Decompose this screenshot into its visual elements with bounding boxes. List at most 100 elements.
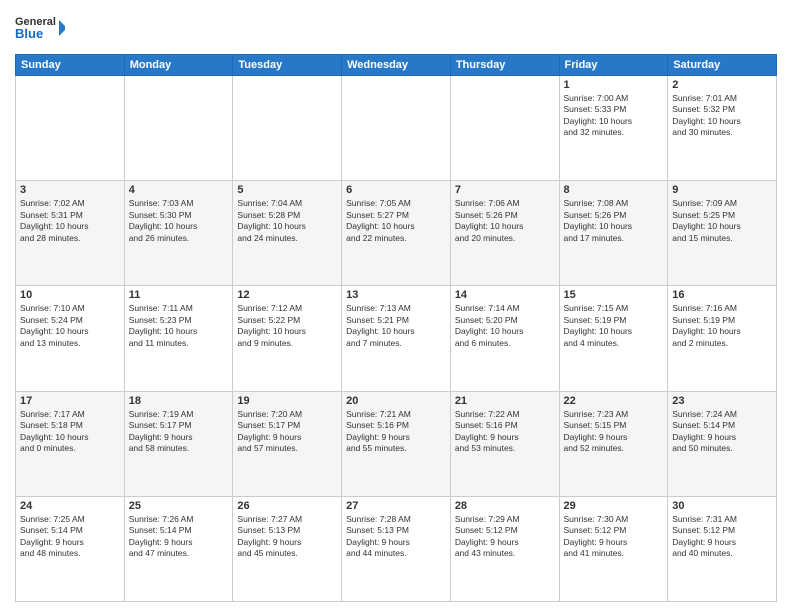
calendar-table: SundayMondayTuesdayWednesdayThursdayFrid… [15, 54, 777, 602]
day-cell-16: 16 Sunrise: 7:16 AMSunset: 5:19 PMDayligh… [668, 286, 777, 391]
day-number: 27 [346, 500, 446, 512]
day-info: Sunrise: 7:27 AMSunset: 5:13 PMDaylight:… [237, 514, 337, 560]
empty-cell [342, 76, 451, 181]
day-number: 2 [672, 79, 772, 91]
day-cell-7: 7 Sunrise: 7:06 AMSunset: 5:26 PMDaylight… [450, 181, 559, 286]
weekday-header-thursday: Thursday [450, 55, 559, 76]
day-info: Sunrise: 7:19 AMSunset: 5:17 PMDaylight:… [129, 409, 229, 455]
day-number: 5 [237, 184, 337, 196]
day-number: 8 [564, 184, 664, 196]
day-cell-12: 12Sunrise: 7:12 AMSunset: 5:22 PMDayligh… [233, 286, 342, 391]
day-info: Sunrise: 7:16 AMSunset: 5:19 PMDaylight:… [672, 303, 772, 349]
page: General Blue SundayMondayTuesdayWednesda… [0, 0, 792, 612]
day-info: Sunrise: 7:11 AMSunset: 5:23 PMDaylight:… [129, 303, 229, 349]
day-cell-10: 10 Sunrise: 7:10 AMSunset: 5:24 PMDayligh… [16, 286, 125, 391]
header: General Blue [15, 10, 777, 46]
day-number: 7 [455, 184, 555, 196]
day-info: Sunrise: 7:30 AMSunset: 5:12 PMDaylight:… [564, 514, 664, 560]
weekday-header-sunday: Sunday [16, 55, 125, 76]
day-cell-26: 26 Sunrise: 7:27 AMSunset: 5:13 PMDayligh… [233, 496, 342, 601]
day-number: 4 [129, 184, 229, 196]
day-cell-2: 2 Sunrise: 7:01 AMSunset: 5:32 PMDaylight… [668, 76, 777, 181]
day-number: 30 [672, 500, 772, 512]
day-cell-9: 9 Sunrise: 7:09 AMSunset: 5:25 PMDaylight… [668, 181, 777, 286]
day-cell-4: 4 Sunrise: 7:03 AMSunset: 5:30 PMDaylight… [124, 181, 233, 286]
day-cell-28: 28 Sunrise: 7:29 AMSunset: 5:12 PMDayligh… [450, 496, 559, 601]
day-info: Sunrise: 7:20 AMSunset: 5:17 PMDaylight:… [237, 409, 337, 455]
day-info: Sunrise: 7:26 AMSunset: 5:14 PMDaylight:… [129, 514, 229, 560]
day-number: 16 [672, 289, 772, 301]
day-cell-8: 8 Sunrise: 7:08 AMSunset: 5:26 PMDaylight… [559, 181, 668, 286]
day-cell-25: 25 Sunrise: 7:26 AMSunset: 5:14 PMDayligh… [124, 496, 233, 601]
empty-cell [233, 76, 342, 181]
day-number: 9 [672, 184, 772, 196]
day-number: 22 [564, 395, 664, 407]
day-info: Sunrise: 7:31 AMSunset: 5:12 PMDaylight:… [672, 514, 772, 560]
day-cell-27: 27 Sunrise: 7:28 AMSunset: 5:13 PMDayligh… [342, 496, 451, 601]
day-number: 21 [455, 395, 555, 407]
day-info: Sunrise: 7:17 AMSunset: 5:18 PMDaylight:… [20, 409, 120, 455]
day-number: 26 [237, 500, 337, 512]
day-info: Sunrise: 7:24 AMSunset: 5:14 PMDaylight:… [672, 409, 772, 455]
day-cell-21: 21Sunrise: 7:22 AMSunset: 5:16 PMDayligh… [450, 391, 559, 496]
empty-cell [16, 76, 125, 181]
logo-svg: General Blue [15, 10, 65, 46]
day-number: 18 [129, 395, 229, 407]
day-number: 20 [346, 395, 446, 407]
day-cell-13: 13 Sunrise: 7:13 AMSunset: 5:21 PMDayligh… [342, 286, 451, 391]
day-info: Sunrise: 7:08 AMSunset: 5:26 PMDaylight:… [564, 198, 664, 244]
day-number: 28 [455, 500, 555, 512]
day-number: 13 [346, 289, 446, 301]
day-number: 12 [237, 289, 337, 301]
day-info: Sunrise: 7:02 AMSunset: 5:31 PMDaylight:… [20, 198, 120, 244]
empty-cell [124, 76, 233, 181]
day-cell-22: 22 Sunrise: 7:23 AMSunset: 5:15 PMDayligh… [559, 391, 668, 496]
week-row-5: 24 Sunrise: 7:25 AMSunset: 5:14 PMDayligh… [16, 496, 777, 601]
day-info: Sunrise: 7:28 AMSunset: 5:13 PMDaylight:… [346, 514, 446, 560]
weekday-header-saturday: Saturday [668, 55, 777, 76]
day-cell-23: 23 Sunrise: 7:24 AMSunset: 5:14 PMDayligh… [668, 391, 777, 496]
day-info: Sunrise: 7:21 AMSunset: 5:16 PMDaylight:… [346, 409, 446, 455]
day-cell-17: 17 Sunrise: 7:17 AMSunset: 5:18 PMDayligh… [16, 391, 125, 496]
day-number: 10 [20, 289, 120, 301]
day-cell-6: 6 Sunrise: 7:05 AMSunset: 5:27 PMDaylight… [342, 181, 451, 286]
day-info: Sunrise: 7:06 AMSunset: 5:26 PMDaylight:… [455, 198, 555, 244]
day-number: 19 [237, 395, 337, 407]
day-info: Sunrise: 7:10 AMSunset: 5:24 PMDaylight:… [20, 303, 120, 349]
day-info: Sunrise: 7:05 AMSunset: 5:27 PMDaylight:… [346, 198, 446, 244]
weekday-header-row: SundayMondayTuesdayWednesdayThursdayFrid… [16, 55, 777, 76]
week-row-2: 3Sunrise: 7:02 AMSunset: 5:31 PMDaylight… [16, 181, 777, 286]
weekday-header-monday: Monday [124, 55, 233, 76]
day-cell-19: 19 Sunrise: 7:20 AMSunset: 5:17 PMDayligh… [233, 391, 342, 496]
day-cell-1: 1Sunrise: 7:00 AMSunset: 5:33 PMDaylight… [559, 76, 668, 181]
day-info: Sunrise: 7:04 AMSunset: 5:28 PMDaylight:… [237, 198, 337, 244]
day-info: Sunrise: 7:29 AMSunset: 5:12 PMDaylight:… [455, 514, 555, 560]
day-number: 15 [564, 289, 664, 301]
weekday-header-tuesday: Tuesday [233, 55, 342, 76]
day-number: 23 [672, 395, 772, 407]
day-info: Sunrise: 7:25 AMSunset: 5:14 PMDaylight:… [20, 514, 120, 560]
day-number: 25 [129, 500, 229, 512]
day-info: Sunrise: 7:03 AMSunset: 5:30 PMDaylight:… [129, 198, 229, 244]
day-info: Sunrise: 7:14 AMSunset: 5:20 PMDaylight:… [455, 303, 555, 349]
day-number: 11 [129, 289, 229, 301]
day-info: Sunrise: 7:23 AMSunset: 5:15 PMDaylight:… [564, 409, 664, 455]
day-cell-3: 3Sunrise: 7:02 AMSunset: 5:31 PMDaylight… [16, 181, 125, 286]
empty-cell [450, 76, 559, 181]
day-number: 1 [564, 79, 664, 91]
logo: General Blue [15, 10, 65, 46]
day-number: 6 [346, 184, 446, 196]
weekday-header-wednesday: Wednesday [342, 55, 451, 76]
day-number: 17 [20, 395, 120, 407]
week-row-3: 10 Sunrise: 7:10 AMSunset: 5:24 PMDayligh… [16, 286, 777, 391]
day-info: Sunrise: 7:01 AMSunset: 5:32 PMDaylight:… [672, 93, 772, 139]
day-number: 29 [564, 500, 664, 512]
day-cell-18: 18 Sunrise: 7:19 AMSunset: 5:17 PMDayligh… [124, 391, 233, 496]
day-cell-20: 20 Sunrise: 7:21 AMSunset: 5:16 PMDayligh… [342, 391, 451, 496]
day-cell-24: 24 Sunrise: 7:25 AMSunset: 5:14 PMDayligh… [16, 496, 125, 601]
day-number: 14 [455, 289, 555, 301]
day-info: Sunrise: 7:09 AMSunset: 5:25 PMDaylight:… [672, 198, 772, 244]
svg-text:Blue: Blue [15, 26, 43, 41]
day-number: 24 [20, 500, 120, 512]
day-info: Sunrise: 7:13 AMSunset: 5:21 PMDaylight:… [346, 303, 446, 349]
